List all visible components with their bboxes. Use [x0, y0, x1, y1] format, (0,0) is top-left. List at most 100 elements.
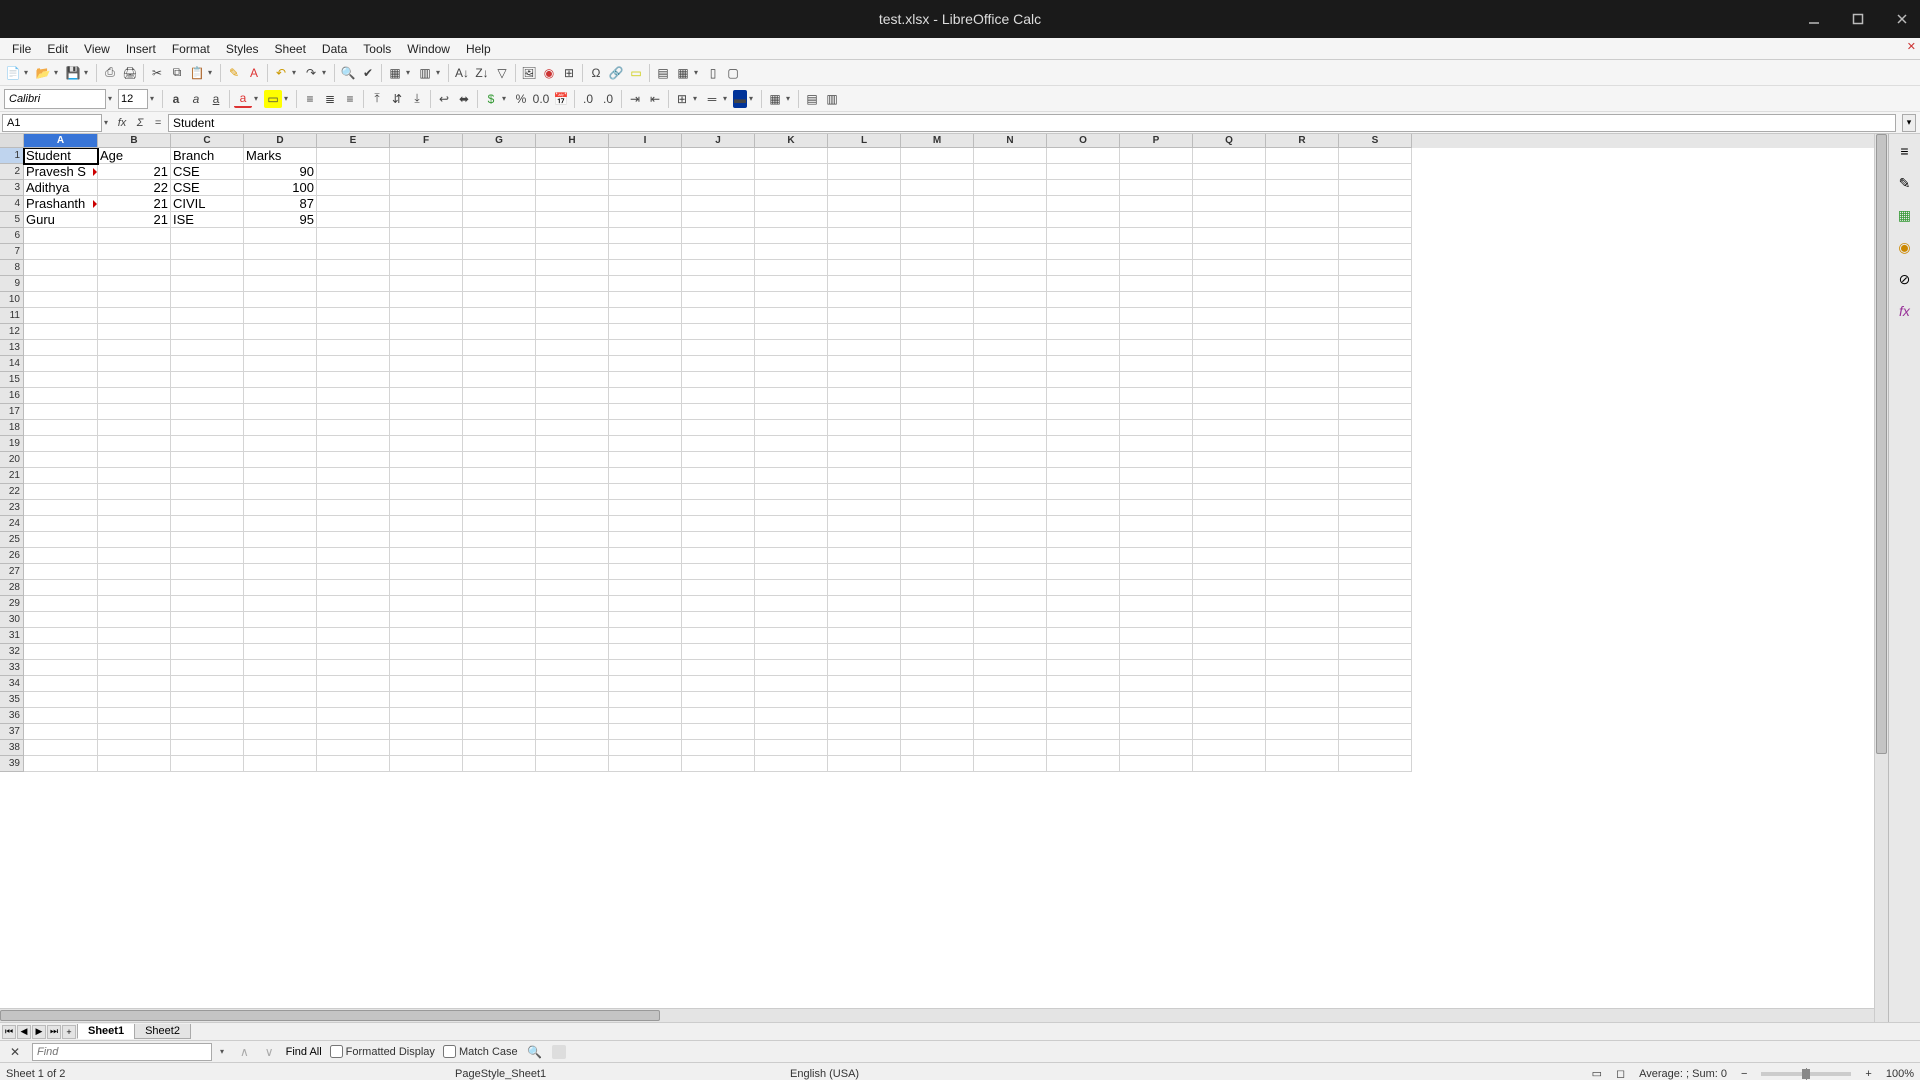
column-header-H[interactable]: H	[536, 134, 609, 148]
cell-G2[interactable]	[463, 164, 536, 180]
cell-S16[interactable]	[1339, 388, 1412, 404]
cell-M28[interactable]	[901, 580, 974, 596]
row-header-17[interactable]: 17	[0, 404, 24, 420]
cell-L3[interactable]	[828, 180, 901, 196]
row-header-18[interactable]: 18	[0, 420, 24, 436]
cell-F27[interactable]	[390, 564, 463, 580]
cell-C26[interactable]	[171, 548, 244, 564]
cell-Q15[interactable]	[1193, 372, 1266, 388]
cell-I2[interactable]	[609, 164, 682, 180]
cell-K30[interactable]	[755, 612, 828, 628]
cell-M19[interactable]	[901, 436, 974, 452]
cell-B9[interactable]	[98, 276, 171, 292]
cell-N39[interactable]	[974, 756, 1047, 772]
zoom-level[interactable]: 100%	[1886, 1068, 1914, 1080]
cell-P4[interactable]	[1120, 196, 1193, 212]
column-header-F[interactable]: F	[390, 134, 463, 148]
cell-H11[interactable]	[536, 308, 609, 324]
tab-next-button[interactable]: ▶	[32, 1025, 46, 1039]
cell-F6[interactable]	[390, 228, 463, 244]
cell-R27[interactable]	[1266, 564, 1339, 580]
cut-icon[interactable]: ✂	[148, 64, 166, 82]
cell-A11[interactable]	[24, 308, 98, 324]
cell-L9[interactable]	[828, 276, 901, 292]
cell-C36[interactable]	[171, 708, 244, 724]
menu-sheet[interactable]: Sheet	[267, 40, 314, 58]
cell-L2[interactable]	[828, 164, 901, 180]
cell-J23[interactable]	[682, 500, 755, 516]
cell-R12[interactable]	[1266, 324, 1339, 340]
insert-mode-icon[interactable]: ▭	[1592, 1067, 1602, 1080]
cell-P35[interactable]	[1120, 692, 1193, 708]
cell-S36[interactable]	[1339, 708, 1412, 724]
cell-K39[interactable]	[755, 756, 828, 772]
cell-C34[interactable]	[171, 676, 244, 692]
row-header-4[interactable]: 4	[0, 196, 24, 212]
cell-P24[interactable]	[1120, 516, 1193, 532]
cell-P6[interactable]	[1120, 228, 1193, 244]
cell-A29[interactable]	[24, 596, 98, 612]
cell-L10[interactable]	[828, 292, 901, 308]
cell-A20[interactable]	[24, 452, 98, 468]
cell-D7[interactable]	[244, 244, 317, 260]
cell-R20[interactable]	[1266, 452, 1339, 468]
cell-P36[interactable]	[1120, 708, 1193, 724]
find-all-button[interactable]: Find All	[286, 1046, 322, 1058]
cell-R11[interactable]	[1266, 308, 1339, 324]
window-maximize-button[interactable]	[1848, 9, 1868, 29]
cell-R23[interactable]	[1266, 500, 1339, 516]
cell-I24[interactable]	[609, 516, 682, 532]
cell-D24[interactable]	[244, 516, 317, 532]
cell-H16[interactable]	[536, 388, 609, 404]
cell-R2[interactable]	[1266, 164, 1339, 180]
column-header-G[interactable]: G	[463, 134, 536, 148]
cell-J35[interactable]	[682, 692, 755, 708]
font-name-dropdown[interactable]: ▾	[108, 94, 116, 103]
cell-C27[interactable]	[171, 564, 244, 580]
cell-I17[interactable]	[609, 404, 682, 420]
cell-F5[interactable]	[390, 212, 463, 228]
cell-G34[interactable]	[463, 676, 536, 692]
cell-S27[interactable]	[1339, 564, 1412, 580]
cell-S23[interactable]	[1339, 500, 1412, 516]
border-style-dropdown[interactable]: ▾	[723, 94, 731, 103]
cell-M2[interactable]	[901, 164, 974, 180]
cell-B14[interactable]	[98, 356, 171, 372]
window-minimize-button[interactable]	[1804, 9, 1824, 29]
cell-N21[interactable]	[974, 468, 1047, 484]
cell-N17[interactable]	[974, 404, 1047, 420]
cell-F4[interactable]	[390, 196, 463, 212]
freeze-dropdown[interactable]: ▾	[694, 68, 702, 77]
cell-B35[interactable]	[98, 692, 171, 708]
cell-N2[interactable]	[974, 164, 1047, 180]
cell-A18[interactable]	[24, 420, 98, 436]
cell-K7[interactable]	[755, 244, 828, 260]
cell-D3[interactable]: 100	[244, 180, 317, 196]
cell-N10[interactable]	[974, 292, 1047, 308]
formula-expand-button[interactable]: ▾	[1902, 114, 1916, 132]
currency-icon[interactable]: $	[482, 90, 500, 108]
cell-A24[interactable]	[24, 516, 98, 532]
cell-G5[interactable]	[463, 212, 536, 228]
cell-I39[interactable]	[609, 756, 682, 772]
cell-L32[interactable]	[828, 644, 901, 660]
cell-I36[interactable]	[609, 708, 682, 724]
cell-G1[interactable]	[463, 148, 536, 164]
cell-C13[interactable]	[171, 340, 244, 356]
cell-O33[interactable]	[1047, 660, 1120, 676]
cell-L17[interactable]	[828, 404, 901, 420]
cell-S26[interactable]	[1339, 548, 1412, 564]
cell-D39[interactable]	[244, 756, 317, 772]
cell-C14[interactable]	[171, 356, 244, 372]
close-findbar-button[interactable]: ✕	[6, 1043, 24, 1061]
cell-I11[interactable]	[609, 308, 682, 324]
align-left-icon[interactable]: ≡	[301, 90, 319, 108]
cell-F10[interactable]	[390, 292, 463, 308]
cell-H2[interactable]	[536, 164, 609, 180]
cell-L16[interactable]	[828, 388, 901, 404]
cell-J33[interactable]	[682, 660, 755, 676]
cell-D15[interactable]	[244, 372, 317, 388]
cell-J31[interactable]	[682, 628, 755, 644]
column-header-S[interactable]: S	[1339, 134, 1412, 148]
cell-O14[interactable]	[1047, 356, 1120, 372]
